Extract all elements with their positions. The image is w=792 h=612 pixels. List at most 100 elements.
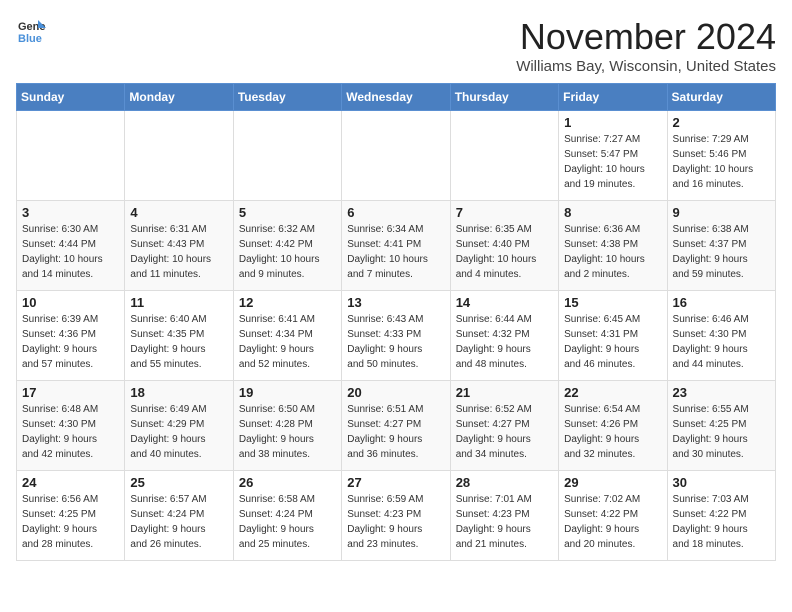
- day-number: 20: [347, 385, 444, 400]
- week-row-5: 24 Sunrise: 6:56 AM Sunset: 4:25 PM Dayli…: [17, 471, 776, 561]
- day-info: Sunrise: 7:03 AM Sunset: 4:22 PM Dayligh…: [673, 492, 770, 552]
- calendar-cell: 3 Sunrise: 6:30 AM Sunset: 4:44 PM Daylig…: [17, 201, 125, 291]
- calendar-cell: 27 Sunrise: 6:59 AM Sunset: 4:23 PM Dayli…: [342, 471, 450, 561]
- column-header-saturday: Saturday: [667, 84, 775, 111]
- day-number: 25: [130, 475, 227, 490]
- header-row: SundayMondayTuesdayWednesdayThursdayFrid…: [17, 84, 776, 111]
- day-info: Sunrise: 6:41 AM Sunset: 4:34 PM Dayligh…: [239, 312, 336, 372]
- calendar-cell: 8 Sunrise: 6:36 AM Sunset: 4:38 PM Daylig…: [559, 201, 667, 291]
- day-number: 23: [673, 385, 770, 400]
- calendar-cell: 1Sunrise: 7:27 AM Sunset: 5:47 PM Daylig…: [559, 111, 667, 201]
- week-row-4: 17 Sunrise: 6:48 AM Sunset: 4:30 PM Dayli…: [17, 381, 776, 471]
- day-info: Sunrise: 6:48 AM Sunset: 4:30 PM Dayligh…: [22, 402, 119, 462]
- day-info: Sunrise: 6:52 AM Sunset: 4:27 PM Dayligh…: [456, 402, 553, 462]
- day-number: 21: [456, 385, 553, 400]
- calendar-cell: 30 Sunrise: 7:03 AM Sunset: 4:22 PM Dayli…: [667, 471, 775, 561]
- calendar-cell: 19Sunrise: 6:50 AM Sunset: 4:28 PM Dayli…: [233, 381, 341, 471]
- calendar-cell: 2 Sunrise: 7:29 AM Sunset: 5:46 PM Daylig…: [667, 111, 775, 201]
- calendar-cell: 18Sunrise: 6:49 AM Sunset: 4:29 PM Dayli…: [125, 381, 233, 471]
- day-number: 13: [347, 295, 444, 310]
- column-header-thursday: Thursday: [450, 84, 558, 111]
- day-info: Sunrise: 6:36 AM Sunset: 4:38 PM Dayligh…: [564, 222, 661, 282]
- day-number: 17: [22, 385, 119, 400]
- column-header-sunday: Sunday: [17, 84, 125, 111]
- day-number: 19: [239, 385, 336, 400]
- calendar-cell: [342, 111, 450, 201]
- location: Williams Bay, Wisconsin, United States: [516, 58, 776, 75]
- calendar-cell: 12 Sunrise: 6:41 AM Sunset: 4:34 PM Dayli…: [233, 291, 341, 381]
- logo: General Blue: [16, 16, 46, 46]
- column-header-wednesday: Wednesday: [342, 84, 450, 111]
- calendar-cell: 14 Sunrise: 6:44 AM Sunset: 4:32 PM Dayli…: [450, 291, 558, 381]
- day-number: 18: [130, 385, 227, 400]
- calendar-cell: 10 Sunrise: 6:39 AM Sunset: 4:36 PM Dayli…: [17, 291, 125, 381]
- calendar-cell: [125, 111, 233, 201]
- day-number: 27: [347, 475, 444, 490]
- day-number: 12: [239, 295, 336, 310]
- day-info: Sunrise: 6:51 AM Sunset: 4:27 PM Dayligh…: [347, 402, 444, 462]
- day-info: Sunrise: 6:59 AM Sunset: 4:23 PM Dayligh…: [347, 492, 444, 552]
- calendar-cell: 11 Sunrise: 6:40 AM Sunset: 4:35 PM Dayli…: [125, 291, 233, 381]
- day-number: 3: [22, 205, 119, 220]
- column-header-tuesday: Tuesday: [233, 84, 341, 111]
- day-info: Sunrise: 7:01 AM Sunset: 4:23 PM Dayligh…: [456, 492, 553, 552]
- day-info: Sunrise: 6:56 AM Sunset: 4:25 PM Dayligh…: [22, 492, 119, 552]
- day-number: 16: [673, 295, 770, 310]
- month-title: November 2024: [516, 16, 776, 58]
- day-info: Sunrise: 6:38 AM Sunset: 4:37 PM Dayligh…: [673, 222, 770, 282]
- calendar-cell: 25 Sunrise: 6:57 AM Sunset: 4:24 PM Dayli…: [125, 471, 233, 561]
- calendar-cell: 13 Sunrise: 6:43 AM Sunset: 4:33 PM Dayli…: [342, 291, 450, 381]
- day-info: Sunrise: 7:27 AM Sunset: 5:47 PM Dayligh…: [564, 132, 661, 192]
- day-number: 8: [564, 205, 661, 220]
- day-info: Sunrise: 6:30 AM Sunset: 4:44 PM Dayligh…: [22, 222, 119, 282]
- day-number: 10: [22, 295, 119, 310]
- calendar-cell: 24 Sunrise: 6:56 AM Sunset: 4:25 PM Dayli…: [17, 471, 125, 561]
- calendar-cell: 5 Sunrise: 6:32 AM Sunset: 4:42 PM Daylig…: [233, 201, 341, 291]
- week-row-3: 10 Sunrise: 6:39 AM Sunset: 4:36 PM Dayli…: [17, 291, 776, 381]
- column-header-friday: Friday: [559, 84, 667, 111]
- day-info: Sunrise: 6:32 AM Sunset: 4:42 PM Dayligh…: [239, 222, 336, 282]
- calendar-cell: [17, 111, 125, 201]
- calendar-cell: 29Sunrise: 7:02 AM Sunset: 4:22 PM Dayli…: [559, 471, 667, 561]
- day-number: 28: [456, 475, 553, 490]
- day-number: 6: [347, 205, 444, 220]
- day-number: 4: [130, 205, 227, 220]
- day-number: 2: [673, 115, 770, 130]
- title-area: November 2024 Williams Bay, Wisconsin, U…: [516, 16, 776, 75]
- day-info: Sunrise: 6:39 AM Sunset: 4:36 PM Dayligh…: [22, 312, 119, 372]
- day-info: Sunrise: 6:58 AM Sunset: 4:24 PM Dayligh…: [239, 492, 336, 552]
- day-number: 24: [22, 475, 119, 490]
- day-info: Sunrise: 6:43 AM Sunset: 4:33 PM Dayligh…: [347, 312, 444, 372]
- day-number: 30: [673, 475, 770, 490]
- day-number: 7: [456, 205, 553, 220]
- calendar-cell: 15 Sunrise: 6:45 AM Sunset: 4:31 PM Dayli…: [559, 291, 667, 381]
- day-number: 15: [564, 295, 661, 310]
- column-header-monday: Monday: [125, 84, 233, 111]
- day-info: Sunrise: 7:29 AM Sunset: 5:46 PM Dayligh…: [673, 132, 770, 192]
- calendar-cell: 28 Sunrise: 7:01 AM Sunset: 4:23 PM Dayli…: [450, 471, 558, 561]
- svg-text:Blue: Blue: [18, 33, 42, 45]
- day-number: 11: [130, 295, 227, 310]
- day-info: Sunrise: 6:45 AM Sunset: 4:31 PM Dayligh…: [564, 312, 661, 372]
- day-number: 9: [673, 205, 770, 220]
- day-number: 5: [239, 205, 336, 220]
- day-info: Sunrise: 6:46 AM Sunset: 4:30 PM Dayligh…: [673, 312, 770, 372]
- calendar-cell: 7 Sunrise: 6:35 AM Sunset: 4:40 PM Daylig…: [450, 201, 558, 291]
- day-info: Sunrise: 6:54 AM Sunset: 4:26 PM Dayligh…: [564, 402, 661, 462]
- calendar-cell: 22 Sunrise: 6:54 AM Sunset: 4:26 PM Dayli…: [559, 381, 667, 471]
- calendar-cell: [450, 111, 558, 201]
- calendar-cell: 17 Sunrise: 6:48 AM Sunset: 4:30 PM Dayli…: [17, 381, 125, 471]
- day-number: 22: [564, 385, 661, 400]
- day-info: Sunrise: 6:35 AM Sunset: 4:40 PM Dayligh…: [456, 222, 553, 282]
- calendar-cell: 16 Sunrise: 6:46 AM Sunset: 4:30 PM Dayli…: [667, 291, 775, 381]
- day-info: Sunrise: 6:44 AM Sunset: 4:32 PM Dayligh…: [456, 312, 553, 372]
- calendar-cell: 23Sunrise: 6:55 AM Sunset: 4:25 PM Dayli…: [667, 381, 775, 471]
- day-info: Sunrise: 7:02 AM Sunset: 4:22 PM Dayligh…: [564, 492, 661, 552]
- calendar-cell: 20 Sunrise: 6:51 AM Sunset: 4:27 PM Dayli…: [342, 381, 450, 471]
- day-info: Sunrise: 6:57 AM Sunset: 4:24 PM Dayligh…: [130, 492, 227, 552]
- day-info: Sunrise: 6:40 AM Sunset: 4:35 PM Dayligh…: [130, 312, 227, 372]
- day-number: 14: [456, 295, 553, 310]
- calendar-cell: 6Sunrise: 6:34 AM Sunset: 4:41 PM Daylig…: [342, 201, 450, 291]
- header: General Blue November 2024 Williams Bay,…: [16, 16, 776, 75]
- calendar-table: SundayMondayTuesdayWednesdayThursdayFrid…: [16, 83, 776, 561]
